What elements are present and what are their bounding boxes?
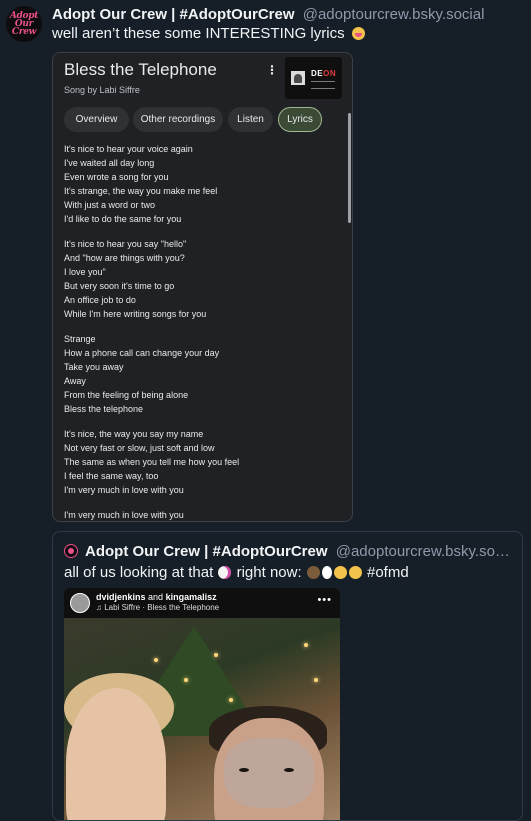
pirate-emoji-icon: [306, 566, 320, 579]
album-art-lines: [311, 81, 335, 89]
story-users: dvidjenkins and kingamalisz: [96, 592, 217, 602]
tab-other-recordings: Other recordings: [133, 107, 223, 132]
lyric-line: Strange: [64, 334, 96, 344]
song-subtitle: Song by Labi Siffre: [64, 85, 140, 95]
album-art: DEON: [285, 57, 342, 99]
lyric-line: But very soon it's time to go: [64, 281, 175, 291]
lyrics-stanza: Strange How a phone call can change your…: [64, 332, 344, 416]
avatar-text-3: Crew: [11, 27, 37, 37]
face-mask: [224, 738, 314, 808]
lyric-line: With just a word or two: [64, 200, 156, 210]
lyrics-stanza: It's nice to hear your voice again I've …: [64, 142, 344, 226]
tree-light: [184, 678, 188, 682]
lyric-line: From the feeling of being alone: [64, 390, 189, 400]
quoted-text-middle: right now:: [236, 564, 302, 581]
story-song: ♫ Labi Siffre · Bless the Telephone: [96, 603, 220, 612]
quoted-display-name[interactable]: Adopt Our Crew | #AdoptOurCrew: [85, 543, 328, 560]
story-avatar: [70, 593, 90, 613]
lyric-line: It's nice, the way you say my name: [64, 429, 204, 439]
author-avatar[interactable]: Adopt Our Crew: [6, 6, 42, 42]
quoted-post-text: all of us looking at that right now: #of…: [64, 563, 409, 583]
more-options-icon: ⋮: [266, 63, 278, 77]
song-title: Bless the Telephone: [64, 60, 217, 79]
lyric-line: How a phone call can change your day: [64, 348, 220, 358]
lyric-line: The same as when you tell me how you fee…: [64, 457, 240, 467]
tab-overview: Overview: [64, 107, 129, 132]
lyric-line: An office job to do: [64, 295, 136, 305]
quoted-author-avatar[interactable]: [64, 544, 78, 558]
lyrics-stanza: It's nice, the way you say my name Not v…: [64, 427, 344, 497]
tree-light: [314, 678, 318, 682]
lyric-line: It's nice to hear your voice again: [64, 144, 193, 154]
lyric-line: Bless the telephone: [64, 404, 144, 414]
lyric-line: I'm very much in love with you: [64, 510, 184, 520]
tree-light: [229, 698, 233, 702]
author-display-name[interactable]: Adopt Our Crew | #AdoptOurCrew: [52, 6, 295, 23]
unicorn-emoji-icon: [218, 566, 232, 579]
tab-lyrics: Lyrics: [278, 107, 322, 132]
grimace-face-emoji-icon: [348, 566, 362, 579]
lyric-line: I'd like to do the same for you: [64, 214, 182, 224]
quoted-text-before: all of us looking at that: [64, 564, 214, 581]
post-header: Adopt Our Crew | #AdoptOurCrew @adoptour…: [52, 5, 527, 25]
story-more-icon: •••: [317, 594, 332, 606]
lyric-line: I've waited all day long: [64, 158, 155, 168]
album-photo: [291, 71, 305, 85]
quoted-hashtag[interactable]: #ofmd: [367, 564, 409, 581]
eye: [284, 768, 294, 772]
post-text-body: well aren’t these some INTERESTING lyric…: [52, 25, 345, 42]
quoted-handle[interactable]: @adoptourcrew.bsky.so…: [336, 543, 510, 560]
eye: [239, 768, 249, 772]
lyric-line: I feel the same way, too: [64, 471, 159, 481]
post-text: well aren’t these some INTERESTING lyric…: [52, 24, 365, 44]
story-screenshot[interactable]: dvidjenkins and kingamalisz ♫ Labi Siffr…: [64, 588, 340, 820]
lyric-line: And "how are things with you?: [64, 253, 185, 263]
screenshot-scrollbar: [348, 113, 351, 223]
lyrics-stanza: I'm very much in love with you: [64, 508, 344, 521]
lyric-line: It's strange, the way you make me feel: [64, 186, 218, 196]
attached-screenshot[interactable]: Bless the Telephone Song by Labi Siffre …: [52, 52, 353, 522]
quoted-post-header: Adopt Our Crew | #AdoptOurCrew @adoptour…: [85, 542, 515, 562]
lyric-line: I love you": [64, 267, 106, 277]
lyric-line: Not very fast or slow, just soft and low: [64, 443, 215, 453]
lyric-line: I'm very much in love with you: [64, 485, 184, 495]
tree-light: [304, 643, 308, 647]
lyric-line: While I'm here writing songs for you: [64, 309, 207, 319]
lyrics-stanza: It's nice to hear you say "hello" And "h…: [64, 237, 344, 321]
tree-light: [154, 658, 158, 662]
hushed-face-emoji-icon: [333, 566, 347, 579]
eyes-emoji-icon: [321, 566, 332, 579]
post: Adopt Our Crew Adopt Our Crew | #AdoptOu…: [0, 0, 531, 821]
tree-light: [214, 653, 218, 657]
quoted-post[interactable]: Adopt Our Crew | #AdoptOurCrew @adoptour…: [52, 531, 523, 821]
lyrics: It's nice to hear your voice again I've …: [64, 142, 344, 521]
lyric-line: Take you away: [64, 362, 124, 372]
tab-listen: Listen: [228, 107, 273, 132]
lyric-line: It's nice to hear you say "hello": [64, 239, 187, 249]
story-photo: [64, 618, 340, 820]
grimace-emoji-icon: [351, 27, 365, 40]
lyric-line: Away: [64, 376, 86, 386]
lyric-line: Even wrote a song for you: [64, 172, 169, 182]
album-art-word: DEON: [311, 69, 337, 78]
author-handle[interactable]: @adoptourcrew.bsky.social: [303, 6, 485, 23]
